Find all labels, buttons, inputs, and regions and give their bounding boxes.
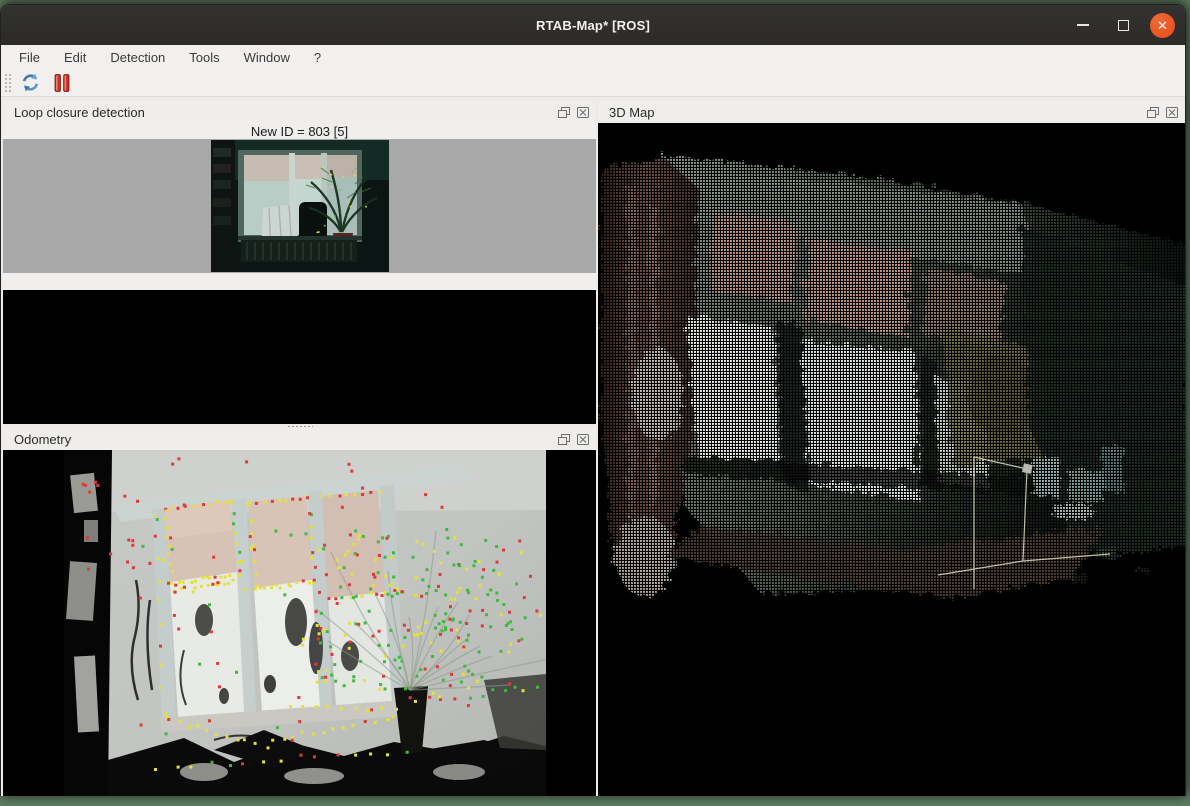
- pause-button[interactable]: [49, 71, 75, 95]
- minimize-icon: [1077, 24, 1089, 26]
- refresh-icon: [20, 72, 41, 93]
- float-icon: [558, 107, 570, 118]
- close-box-icon: [577, 434, 589, 445]
- menu-item-detection[interactable]: Detection: [98, 47, 177, 68]
- close-box-icon: [577, 107, 589, 118]
- odometry-dock-title: Odometry: [14, 432, 557, 447]
- menu-item-tools[interactable]: Tools: [177, 47, 231, 68]
- camera-pose-marker: [1022, 463, 1033, 474]
- loop-closure-dock-titlebar[interactable]: Loop closure detection: [3, 101, 596, 123]
- menu-item-help[interactable]: ?: [302, 47, 333, 68]
- dock-area: Loop closure detection New ID = 803 [: [1, 97, 1185, 796]
- maximize-button[interactable]: [1110, 12, 1136, 38]
- map3d-dock-title: 3D Map: [609, 105, 1146, 120]
- menu-item-edit[interactable]: Edit: [52, 47, 98, 68]
- close-box-icon: [1166, 107, 1178, 118]
- pause-icon: [53, 73, 71, 93]
- odometry-close-button[interactable]: [576, 433, 590, 445]
- map3d-float-button[interactable]: [1146, 106, 1160, 118]
- loop-closure-image-area: [3, 139, 596, 273]
- close-button[interactable]: ✕: [1150, 13, 1175, 38]
- minimize-button[interactable]: [1070, 12, 1096, 38]
- window-title: RTAB-Map* [ROS]: [536, 18, 650, 33]
- float-icon: [558, 434, 570, 445]
- loop-closure-match-image-area: [3, 290, 596, 424]
- title-bar[interactable]: RTAB-Map* [ROS] ✕: [1, 5, 1185, 45]
- menu-item-file[interactable]: File: [7, 47, 52, 68]
- loop-closure-dock-title: Loop closure detection: [14, 105, 557, 120]
- refresh-button[interactable]: [17, 71, 43, 95]
- rtabmap-window: RTAB-Map* [ROS] ✕ File Edit Detection To…: [0, 4, 1186, 796]
- close-icon: ✕: [1157, 19, 1168, 32]
- loop-closure-float-button[interactable]: [557, 106, 571, 118]
- float-icon: [1147, 107, 1159, 118]
- loop-closure-camera-image: [211, 140, 389, 272]
- odometry-image-area: [3, 450, 596, 796]
- window-controls: ✕: [1070, 5, 1175, 45]
- map3d-dock-titlebar[interactable]: 3D Map: [598, 101, 1185, 123]
- new-id-status-text: New ID = 803 [5]: [251, 124, 348, 139]
- odometry-float-button[interactable]: [557, 433, 571, 445]
- point-cloud-render: [598, 123, 1185, 796]
- map3d-close-button[interactable]: [1165, 106, 1179, 118]
- menu-item-window[interactable]: Window: [232, 47, 302, 68]
- odometry-camera-image: [64, 450, 546, 796]
- map3d-viewport[interactable]: [598, 123, 1185, 796]
- loop-closure-close-button[interactable]: [576, 106, 590, 118]
- toolbar-drag-handle[interactable]: [4, 73, 13, 93]
- toolbar: [1, 69, 1185, 97]
- loop-closure-status-row: New ID = 803 [5]: [3, 123, 596, 139]
- desktop-background: RTAB-Map* [ROS] ✕ File Edit Detection To…: [0, 0, 1190, 806]
- maximize-icon: [1118, 20, 1129, 31]
- odometry-dock-titlebar[interactable]: Odometry: [3, 428, 596, 450]
- loop-closure-match-label-row: [3, 273, 596, 290]
- menu-bar: File Edit Detection Tools Window ?: [1, 45, 1185, 69]
